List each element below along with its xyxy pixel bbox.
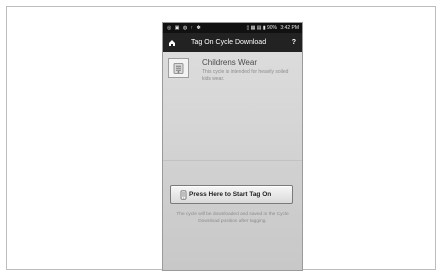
phone-screen: ◎ ▣ ◍ ↑ ✽ ▯ ▦ ▤ ▮ 90% 3:42 PM Tag On Cyc… xyxy=(162,22,303,271)
cycle-card: Childrens Wear This cycle is intended fo… xyxy=(163,52,302,161)
home-icon[interactable] xyxy=(167,33,177,52)
status-bar: ◎ ▣ ◍ ↑ ✽ ▯ ▦ ▤ ▮ 90% 3:42 PM xyxy=(163,23,302,33)
status-icons-right: ▯ ▦ ▤ ▮ 90% 3:42 PM xyxy=(246,23,299,33)
start-tag-on-button[interactable]: Press Here to Start Tag On xyxy=(170,185,293,204)
status-icons-left: ◎ ▣ ◍ ↑ ✽ xyxy=(167,25,202,31)
phone-icon xyxy=(179,189,187,200)
download-note: The cycle will be downloaded and saved i… xyxy=(176,212,289,224)
app-bar: Tag On Cycle Download ? xyxy=(163,33,302,52)
cycle-description: This cycle is intended for heavily soile… xyxy=(202,69,289,82)
download-panel: Press Here to Start Tag On The cycle wil… xyxy=(163,161,302,270)
laundry-icon xyxy=(168,58,189,78)
help-icon[interactable]: ? xyxy=(292,33,296,52)
start-tag-on-label: Press Here to Start Tag On xyxy=(189,191,272,198)
page-title: Tag On Cycle Download xyxy=(191,39,267,46)
status-time: 3:42 PM xyxy=(280,25,299,31)
battery-level: 90% xyxy=(266,25,277,31)
cycle-title: Childrens Wear xyxy=(202,58,257,67)
status-icons-right-text: ▯ ▦ ▤ ▮ xyxy=(246,25,266,31)
screenshot-frame: ◎ ▣ ◍ ↑ ✽ ▯ ▦ ▤ ▮ 90% 3:42 PM Tag On Cyc… xyxy=(6,6,436,271)
